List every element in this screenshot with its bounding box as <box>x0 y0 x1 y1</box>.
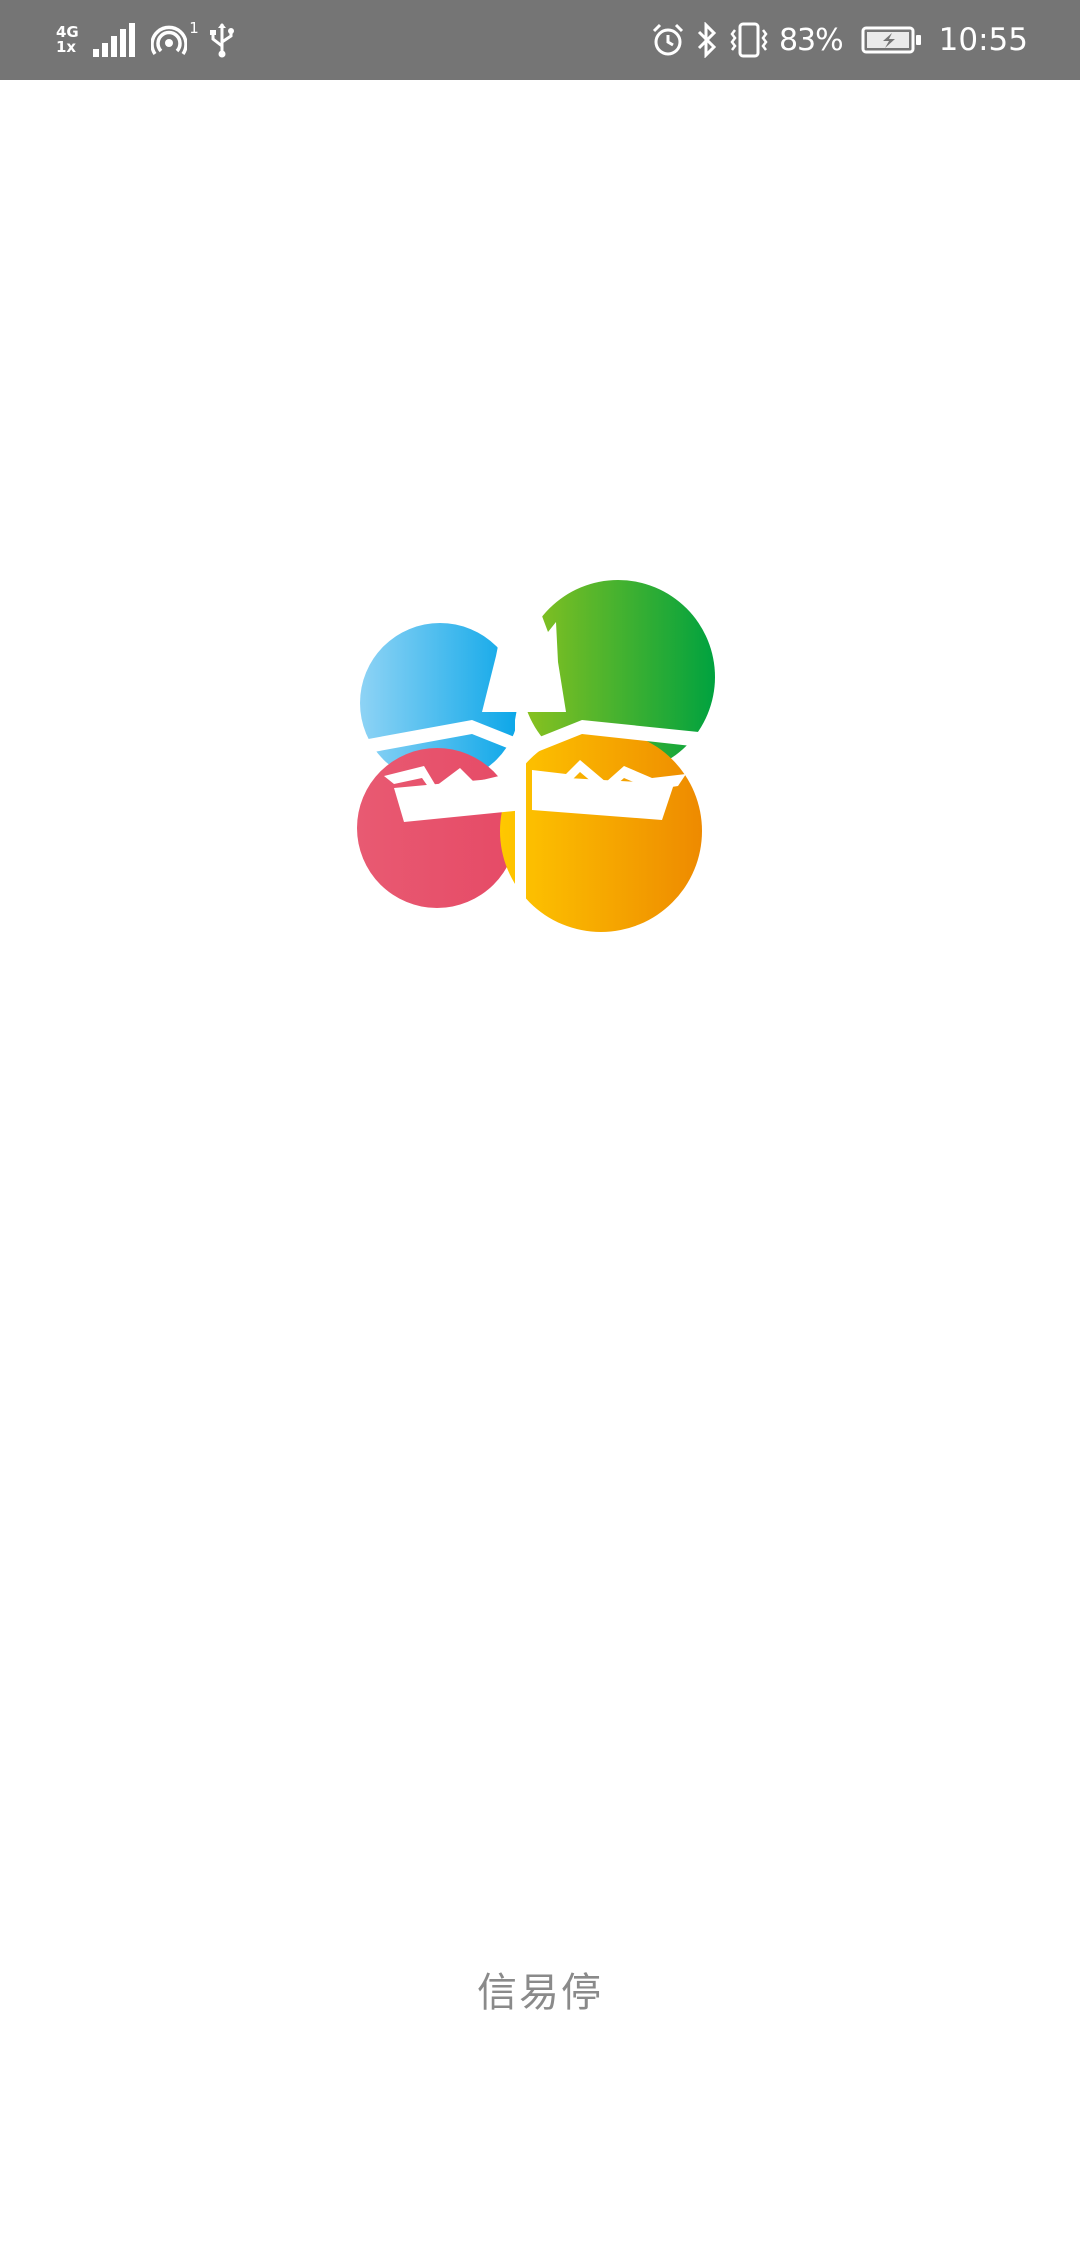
vibrate-icon <box>730 22 768 58</box>
logo-circle-orange <box>500 730 702 932</box>
hotspot-count: 1 <box>189 19 199 37</box>
logo-circle-red <box>357 748 517 908</box>
app-logo <box>352 580 728 932</box>
network-subtype: 1x <box>56 38 77 56</box>
battery-charging-icon <box>861 26 921 54</box>
app-name: 信易停 <box>477 1970 603 2016</box>
hotspot-indicator: 1 <box>150 19 199 57</box>
status-bar-right: 83% 10:55 <box>651 16 1028 64</box>
logo-mountain <box>482 612 566 712</box>
signal-bars-icon <box>92 23 135 57</box>
network-type-label: 4G 1x <box>56 25 79 55</box>
status-bar: 4G 1x 1 83% 10:55 <box>0 0 1080 80</box>
usb-icon <box>209 23 234 58</box>
alarm-icon <box>652 23 684 56</box>
clock: 10:55 <box>938 22 1028 58</box>
status-bar-left: 4G 1x 1 <box>56 16 235 64</box>
battery-percent: 83% <box>778 22 844 58</box>
hotspot-icon <box>150 25 187 55</box>
bluetooth-icon <box>697 22 717 58</box>
